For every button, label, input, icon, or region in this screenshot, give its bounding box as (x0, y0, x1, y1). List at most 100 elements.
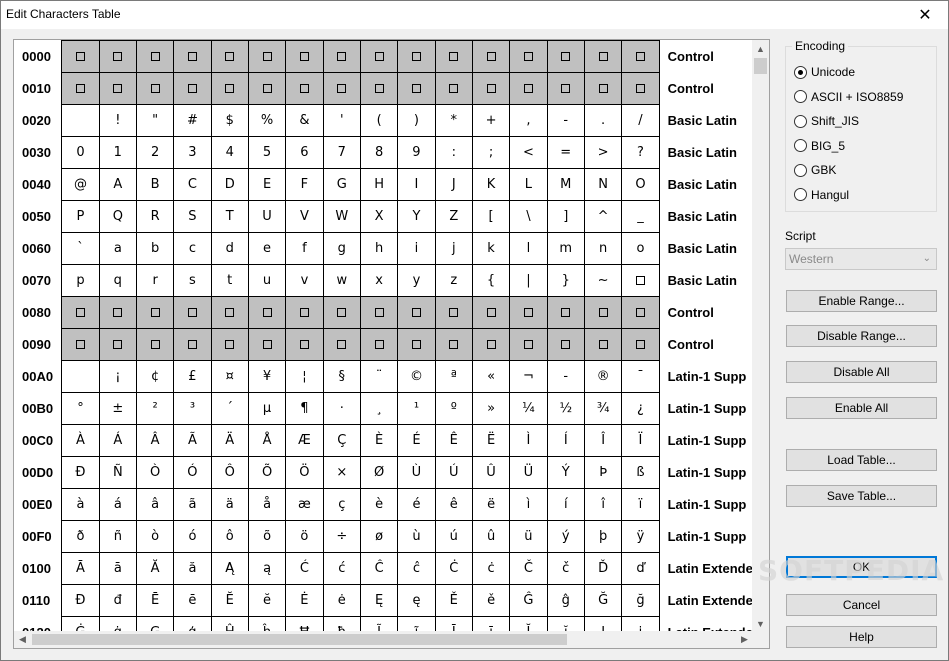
char-cell[interactable] (173, 328, 212, 361)
char-cell[interactable]: 5 (247, 136, 287, 169)
char-cell[interactable]: Ö (285, 456, 324, 489)
char-cell[interactable]: Y (397, 200, 436, 233)
help-button[interactable]: Help (786, 626, 937, 648)
char-cell[interactable]: æ (285, 488, 324, 521)
char-cell[interactable]: % (247, 104, 287, 137)
horizontal-scroll-thumb[interactable] (32, 634, 567, 645)
enable-all-button[interactable]: Enable All (786, 397, 937, 419)
char-cell[interactable]: ã (173, 488, 212, 521)
char-cell[interactable]: W (322, 200, 361, 233)
char-cell[interactable]: Ď (583, 552, 623, 585)
encoding-radio-gbk[interactable]: GBK (794, 163, 836, 177)
char-cell[interactable]: " (135, 104, 175, 137)
char-cell[interactable]: Ē (135, 584, 175, 617)
char-cell[interactable]: § (322, 360, 361, 393)
char-cell[interactable]: y (397, 264, 436, 297)
char-cell[interactable]: T (210, 200, 249, 233)
char-cell[interactable] (61, 40, 100, 73)
char-cell[interactable]: á (98, 488, 137, 521)
char-cell[interactable]: + (471, 104, 511, 137)
char-cell[interactable]: Ĕ (210, 584, 249, 617)
char-cell[interactable]: 3 (173, 136, 212, 169)
char-cell[interactable]: ĥ (247, 616, 287, 632)
char-cell[interactable] (509, 40, 548, 73)
scroll-right-icon[interactable]: ▶ (736, 631, 753, 648)
char-cell[interactable]: º (434, 392, 473, 425)
char-cell[interactable]: ! (98, 104, 137, 137)
char-cell[interactable] (621, 72, 660, 105)
char-cell[interactable]: Ě (434, 584, 473, 617)
char-cell[interactable] (471, 328, 511, 361)
char-cell[interactable] (546, 296, 585, 329)
char-cell[interactable]: č (546, 552, 585, 585)
char-cell[interactable]: > (583, 136, 623, 169)
char-cell[interactable]: ~ (583, 264, 623, 297)
char-cell[interactable] (98, 40, 137, 73)
char-cell[interactable]: H (359, 168, 399, 201)
char-cell[interactable]: ) (397, 104, 436, 137)
char-cell[interactable]: ð (61, 520, 100, 553)
char-cell[interactable]: ë (471, 488, 511, 521)
char-cell[interactable]: A (98, 168, 137, 201)
encoding-radio-unicode[interactable]: Unicode (794, 65, 855, 79)
char-cell[interactable]: Ģ (135, 616, 175, 632)
char-cell[interactable] (509, 328, 548, 361)
vertical-scroll-thumb[interactable] (754, 58, 767, 74)
char-cell[interactable] (397, 296, 436, 329)
char-cell[interactable]: ( (359, 104, 399, 137)
char-cell[interactable]: ; (471, 136, 511, 169)
char-cell[interactable]: ¡ (98, 360, 137, 393)
char-cell[interactable]: Č (509, 552, 548, 585)
char-cell[interactable]: ¯ (621, 360, 660, 393)
char-cell[interactable]: ÷ (322, 520, 361, 553)
char-cell[interactable]: 6 (285, 136, 324, 169)
char-cell[interactable]: ò (135, 520, 175, 553)
char-cell[interactable]: î (583, 488, 623, 521)
char-cell[interactable] (285, 328, 324, 361)
close-icon[interactable]: ✕ (902, 1, 948, 29)
char-cell[interactable]: é (397, 488, 436, 521)
char-cell[interactable]: ħ (322, 616, 361, 632)
char-cell[interactable]: C (173, 168, 212, 201)
char-cell[interactable]: ¤ (210, 360, 249, 393)
char-cell[interactable] (471, 40, 511, 73)
char-cell[interactable]: s (173, 264, 212, 297)
char-cell[interactable]: n (583, 232, 623, 265)
char-cell[interactable]: ė (322, 584, 361, 617)
load-table-button[interactable]: Load Table... (786, 449, 937, 471)
cancel-button[interactable]: Cancel (786, 594, 937, 616)
char-cell[interactable]: Ã (173, 424, 212, 457)
char-cell[interactable]: Ù (397, 456, 436, 489)
char-cell[interactable]: â (135, 488, 175, 521)
char-cell[interactable]: í (546, 488, 585, 521)
char-cell[interactable]: j (434, 232, 473, 265)
char-cell[interactable]: R (135, 200, 175, 233)
char-cell[interactable] (397, 72, 436, 105)
char-cell[interactable]: \ (509, 200, 548, 233)
char-cell[interactable]: » (471, 392, 511, 425)
scroll-down-icon[interactable]: ▼ (752, 615, 769, 632)
char-cell[interactable]: ģ (173, 616, 212, 632)
char-cell[interactable]: < (509, 136, 548, 169)
char-cell[interactable]: ® (583, 360, 623, 393)
char-cell[interactable]: U (247, 200, 287, 233)
char-cell[interactable]: ] (546, 200, 585, 233)
char-cell[interactable]: 4 (210, 136, 249, 169)
char-cell[interactable]: ê (434, 488, 473, 521)
char-cell[interactable] (434, 72, 473, 105)
char-cell[interactable]: / (621, 104, 660, 137)
char-cell[interactable]: Ø (359, 456, 399, 489)
char-cell[interactable] (397, 40, 436, 73)
char-cell[interactable] (210, 40, 249, 73)
char-cell[interactable]: ċ (471, 552, 511, 585)
encoding-radio-shift-jis[interactable]: Shift_JIS (794, 114, 859, 128)
char-cell[interactable]: ĝ (546, 584, 585, 617)
char-cell[interactable]: $ (210, 104, 249, 137)
char-cell[interactable] (135, 40, 175, 73)
char-cell[interactable]: _ (621, 200, 660, 233)
char-cell[interactable]: } (546, 264, 585, 297)
char-cell[interactable]: Î (583, 424, 623, 457)
char-cell[interactable]: ³ (173, 392, 212, 425)
char-cell[interactable]: ą (247, 552, 287, 585)
char-cell[interactable]: w (322, 264, 361, 297)
